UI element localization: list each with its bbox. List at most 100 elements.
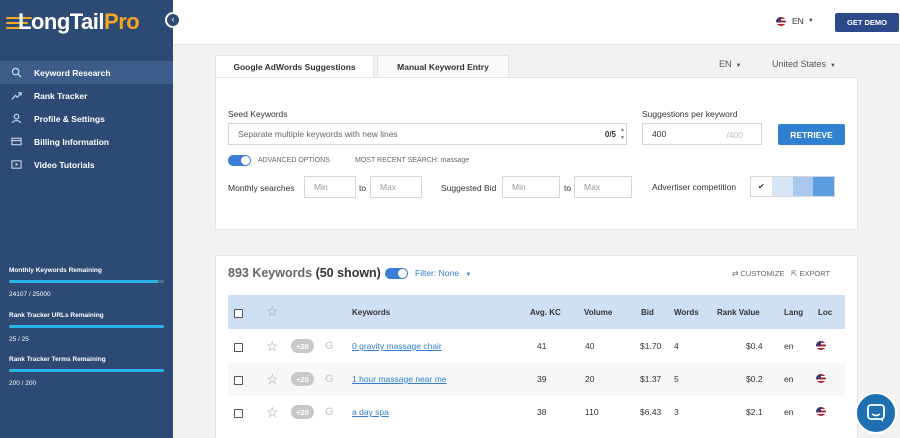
star-icon[interactable]: ☆ bbox=[266, 304, 279, 318]
avg-kc-cell: 39 bbox=[537, 374, 547, 384]
sidebar-item-video-tutorials[interactable]: Video Tutorials bbox=[0, 153, 173, 176]
star-icon[interactable]: ☆ bbox=[266, 339, 279, 353]
column-loc[interactable]: Loc bbox=[818, 308, 832, 317]
column-volume[interactable]: Volume bbox=[584, 308, 612, 317]
star-icon[interactable]: ☆ bbox=[266, 372, 279, 386]
sidebar-item-billing[interactable]: Billing Information bbox=[0, 130, 173, 153]
seed-placeholder: Separate multiple keywords with new line… bbox=[238, 129, 398, 139]
suggested-bid-label: Suggested Bid bbox=[441, 183, 497, 193]
suggestions-input[interactable]: 400 /400 bbox=[642, 123, 762, 145]
words-cell: 5 bbox=[674, 374, 679, 384]
column-words[interactable]: Words bbox=[674, 308, 699, 317]
collapse-sidebar-button[interactable]: ‹ bbox=[165, 12, 181, 28]
language-selector[interactable]: EN ▼ bbox=[776, 16, 814, 26]
column-keywords[interactable]: Keywords bbox=[352, 308, 390, 317]
quota-value: 24107 / 25000 bbox=[9, 291, 51, 298]
competition-high[interactable] bbox=[813, 177, 834, 196]
filter-dropdown[interactable]: Filter: None ▼ bbox=[415, 268, 471, 278]
volume-cell: 40 bbox=[585, 341, 595, 351]
star-icon[interactable]: ☆ bbox=[266, 405, 279, 419]
row-checkbox[interactable] bbox=[234, 409, 243, 418]
add-badge[interactable]: +20 bbox=[291, 405, 314, 419]
export-button[interactable]: ⇱ EXPORT bbox=[791, 269, 830, 278]
bid-cell: $6.43 bbox=[640, 407, 662, 417]
monthly-min-input[interactable]: Min bbox=[304, 176, 356, 198]
language-dropdown-value: EN bbox=[719, 59, 732, 69]
quota-value: 25 / 25 bbox=[9, 336, 29, 343]
max-placeholder: Max bbox=[584, 182, 601, 192]
table-row[interactable]: ☆ +20 G 1 hour massage near me 39 20 $1.… bbox=[228, 363, 845, 396]
add-badge[interactable]: +20 bbox=[291, 372, 314, 386]
customize-button[interactable]: ⇄ CUSTOMIZE bbox=[732, 269, 784, 278]
sidebar-item-profile-settings[interactable]: Profile & Settings bbox=[0, 107, 173, 130]
keyword-link[interactable]: a day spa bbox=[352, 407, 389, 417]
results-panel: 893 Keywords (50 shown) Filter: None ▼ ⇄… bbox=[215, 255, 858, 438]
google-icon[interactable]: G bbox=[325, 340, 334, 352]
column-rank-value[interactable]: Rank Value bbox=[717, 308, 760, 317]
volume-cell: 110 bbox=[585, 407, 599, 417]
keyword-link[interactable]: 1 hour massage near me bbox=[352, 374, 447, 384]
retrieve-button[interactable]: RETRIEVE bbox=[778, 124, 845, 145]
select-all-checkbox[interactable] bbox=[234, 309, 243, 318]
seed-keywords-input[interactable]: Separate multiple keywords with new line… bbox=[228, 123, 627, 145]
bid-max-input[interactable]: Max bbox=[574, 176, 632, 198]
topbar: EN ▼ GET DEMO bbox=[173, 0, 900, 45]
column-lang[interactable]: Lang bbox=[784, 308, 803, 317]
lang-cell: en bbox=[784, 341, 794, 351]
us-flag-icon bbox=[816, 407, 826, 416]
monthly-max-input[interactable]: Max bbox=[370, 176, 422, 198]
competition-medium[interactable] bbox=[792, 177, 814, 196]
row-checkbox[interactable] bbox=[234, 343, 243, 352]
user-icon bbox=[9, 113, 23, 125]
logo[interactable]: LongTailPro bbox=[18, 9, 140, 35]
quota-fill bbox=[9, 325, 164, 328]
results-toggle[interactable] bbox=[385, 268, 408, 279]
advanced-options-toggle[interactable] bbox=[228, 155, 251, 166]
sidebar-item-label: Profile & Settings bbox=[34, 113, 105, 124]
tab-manual-keyword-entry[interactable]: Manual Keyword Entry bbox=[377, 55, 509, 77]
country-dropdown[interactable]: United States ▼ bbox=[772, 59, 836, 69]
sidebar-item-keyword-research[interactable]: Keyword Research bbox=[0, 61, 173, 84]
google-icon[interactable]: G bbox=[325, 406, 334, 418]
recent-search-label: MOST RECENT SEARCH: massage bbox=[355, 157, 470, 164]
competition-any[interactable]: ✔ bbox=[751, 177, 772, 196]
rank-value-cell: $0.2 bbox=[746, 374, 763, 384]
sidebar-item-label: Keyword Research bbox=[34, 67, 111, 78]
sidebar-item-label: Billing Information bbox=[34, 136, 110, 147]
advanced-options-label[interactable]: ADVANCED OPTIONS bbox=[258, 157, 330, 164]
card-icon bbox=[9, 136, 23, 148]
row-checkbox[interactable] bbox=[234, 376, 243, 385]
table-row[interactable]: ☆ +20 G a day spa 38 110 $6.43 3 $2.1 en bbox=[228, 396, 845, 429]
lang-cell: en bbox=[784, 374, 794, 384]
keyword-link[interactable]: 0 gravity massage chair bbox=[352, 341, 442, 351]
google-icon[interactable]: G bbox=[325, 373, 334, 385]
table-row[interactable]: ☆ +20 G 0 gravity massage chair 41 40 $1… bbox=[228, 330, 845, 363]
avg-kc-cell: 38 bbox=[537, 407, 547, 417]
quota-bar bbox=[9, 280, 164, 283]
caret-down-icon: ▼ bbox=[465, 272, 472, 278]
sidebar-item-rank-tracker[interactable]: Rank Tracker bbox=[0, 84, 173, 107]
bid-cell: $1.70 bbox=[640, 341, 662, 351]
competition-selector[interactable]: ✔ bbox=[750, 176, 835, 197]
min-placeholder: Min bbox=[314, 182, 328, 192]
search-panel: Seed Keywords Separate multiple keywords… bbox=[215, 77, 858, 230]
get-demo-button[interactable]: GET DEMO bbox=[835, 13, 899, 32]
us-flag-icon bbox=[776, 16, 786, 26]
results-shown: (50 shown) bbox=[315, 266, 381, 280]
quota-fill bbox=[9, 369, 164, 372]
bid-min-input[interactable]: Min bbox=[502, 176, 560, 198]
language-dropdown[interactable]: EN ▼ bbox=[719, 59, 741, 69]
chat-widget-button[interactable] bbox=[855, 392, 897, 434]
us-flag-icon bbox=[816, 341, 826, 350]
tab-adwords-suggestions[interactable]: Google AdWords Suggestions bbox=[215, 55, 374, 77]
words-cell: 4 bbox=[674, 341, 679, 351]
sidebar-item-label: Rank Tracker bbox=[34, 90, 88, 101]
spinner-icon[interactable]: ▲ ▼ bbox=[620, 126, 625, 142]
bid-cell: $1.37 bbox=[640, 374, 662, 384]
column-bid[interactable]: Bid bbox=[641, 308, 654, 317]
competition-low[interactable] bbox=[771, 177, 793, 196]
add-badge[interactable]: +20 bbox=[291, 339, 314, 353]
column-avg-kc[interactable]: Avg. KC bbox=[530, 308, 561, 317]
quota-bar bbox=[9, 325, 164, 328]
customize-icon: ⇄ bbox=[732, 269, 739, 278]
